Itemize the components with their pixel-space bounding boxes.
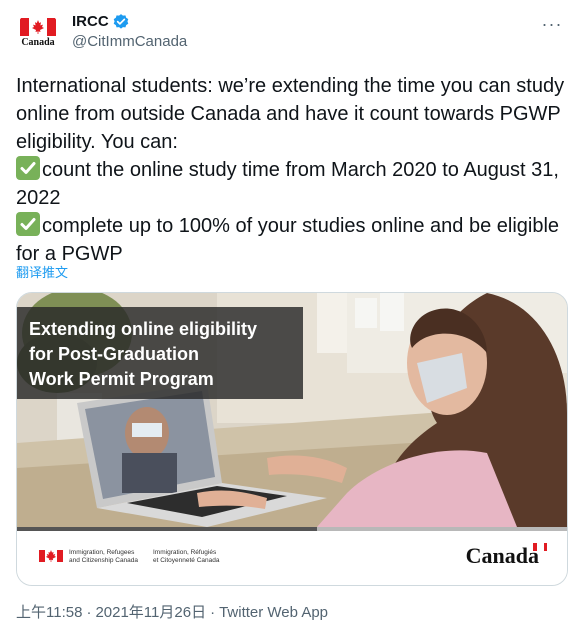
tweet-bullet-1: count the online study time from March 2… — [16, 159, 565, 209]
tweet-header: Canada IRCC @CitImmCanada ··· — [16, 10, 571, 54]
avatar-wordmark: Canada — [21, 37, 55, 48]
author-display-name[interactable]: IRCC — [72, 12, 109, 32]
check-mark-icon — [16, 212, 40, 236]
banner-line-2: for Post-Graduation — [29, 344, 199, 364]
gov-signature-en: Immigration, Refugees and Citizenship Ca… — [69, 549, 138, 565]
check-mark-icon — [16, 156, 40, 180]
author-handle[interactable]: @CitImmCanada — [72, 32, 187, 52]
media-headline-banner: Extending online eligibility for Post-Gr… — [17, 307, 303, 399]
tweet-date[interactable]: 2021年11月26日 — [95, 604, 206, 621]
more-icon: ··· — [541, 13, 563, 34]
wordmark-flag-icon — [533, 543, 547, 551]
gov-fr-line-2: et Citoyenneté Canada — [153, 557, 220, 564]
meta-separator: · — [210, 604, 216, 621]
gov-signature-fr: Immigration, Réfugiés et Citoyenneté Can… — [153, 549, 220, 565]
banner-line-1: Extending online eligibility — [29, 319, 258, 339]
author-names: IRCC @CitImmCanada — [72, 12, 187, 52]
more-options-button[interactable]: ··· — [541, 14, 563, 34]
avatar[interactable]: Canada — [16, 10, 60, 54]
tweet-media[interactable]: Extending online eligibility for Post-Gr… — [16, 292, 568, 586]
canada-flag-icon — [20, 18, 56, 36]
media-footer-rule — [17, 527, 567, 531]
gov-en-line-1: Immigration, Refugees — [69, 549, 135, 556]
verified-badge-icon — [113, 14, 128, 29]
meta-separator: · — [86, 604, 92, 621]
tweet-intro: International students: we’re extending … — [16, 75, 570, 153]
tweet-time[interactable]: 上午11:58 — [16, 604, 82, 621]
tweet-source[interactable]: Twitter Web App — [219, 604, 328, 621]
canada-wordmark: Canada — [465, 543, 539, 568]
tweet-bullet-2: complete up to 100% of your studies onli… — [16, 215, 565, 265]
translate-tweet-link[interactable]: 翻译推文 — [16, 262, 68, 281]
gov-en-line-2: and Citizenship Canada — [69, 557, 139, 564]
gov-flag-icon — [39, 550, 63, 562]
tweet-text: International students: we’re extending … — [16, 72, 566, 268]
gov-fr-line-1: Immigration, Réfugiés — [153, 549, 217, 556]
banner-line-3: Work Permit Program — [29, 369, 214, 389]
tweet-meta: 上午11:58 · 2021年11月26日 · Twitter Web App — [16, 601, 328, 622]
author-display-name-row[interactable]: IRCC — [72, 12, 187, 32]
